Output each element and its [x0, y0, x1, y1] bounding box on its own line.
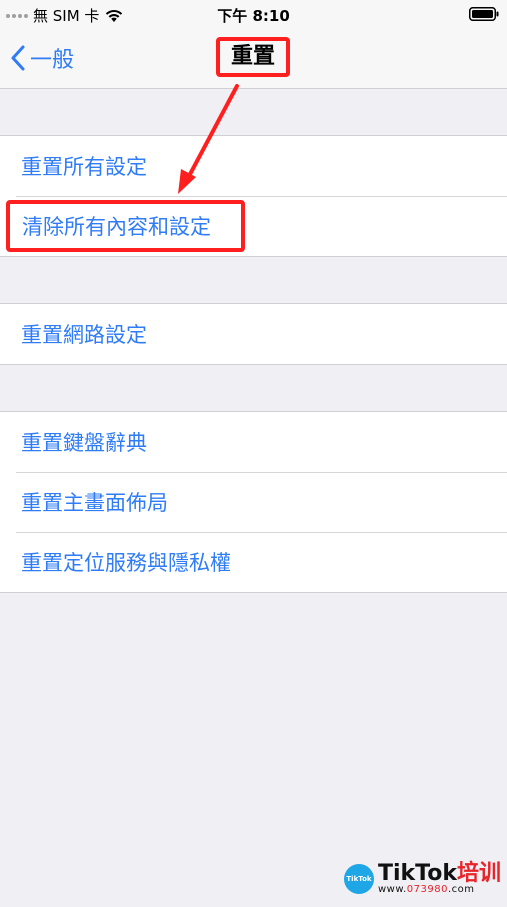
- reset-all-settings-label: 重置所有設定: [21, 155, 147, 179]
- watermark-text: TikTok培训 www.073980.com: [378, 863, 501, 895]
- watermark-url: www.073980.com: [378, 885, 475, 895]
- watermark-brand-name: TikTok: [377, 861, 457, 886]
- reset-location-and-privacy[interactable]: 重置定位服務與隱私權: [0, 532, 507, 592]
- reset-group-2: 重置網路設定: [0, 303, 507, 365]
- watermark-url-number: 073980: [406, 884, 448, 895]
- reset-location-and-privacy-label: 重置定位服務與隱私權: [21, 551, 231, 575]
- watermark-url-suffix: .com: [447, 884, 475, 895]
- reset-keyboard-dictionary[interactable]: 重置鍵盤辭典: [0, 412, 507, 472]
- reset-all-settings[interactable]: 重置所有設定: [0, 136, 507, 196]
- reset-network-settings-label: 重置網路設定: [21, 323, 147, 347]
- watermark-brand: TikTok培训: [378, 863, 501, 885]
- reset-home-screen-layout[interactable]: 重置主畫面佈局: [0, 472, 507, 532]
- watermark: TikTok TikTok培训 www.073980.com: [343, 863, 501, 895]
- reset-group-1: 重置所有設定 清除所有內容和設定: [0, 135, 507, 257]
- reset-network-settings[interactable]: 重置網路設定: [0, 304, 507, 364]
- page-title: 重置: [216, 37, 290, 77]
- reset-group-3: 重置鍵盤辭典 重置主畫面佈局 重置定位服務與隱私權: [0, 411, 507, 593]
- erase-all-content-and-settings-label: 清除所有內容和設定: [22, 215, 211, 239]
- status-bar: 無 SIM 卡 下午 8:10: [0, 0, 507, 30]
- chevron-left-icon: [11, 45, 25, 71]
- reset-keyboard-dictionary-label: 重置鍵盤辭典: [21, 431, 147, 455]
- back-button-label: 一般: [30, 48, 75, 73]
- erase-all-row: 清除所有內容和設定: [0, 196, 507, 256]
- tiktok-logo-icon: TikTok: [343, 864, 374, 894]
- watermark-brand-accent: 培训: [456, 861, 501, 886]
- erase-all-content-and-settings[interactable]: 清除所有內容和設定: [6, 200, 245, 252]
- watermark-url-prefix: www.: [377, 884, 407, 895]
- back-button[interactable]: 一般: [10, 42, 74, 74]
- battery-icon: [469, 7, 499, 21]
- navigation-bar: 一般 重置: [0, 30, 507, 89]
- reset-home-screen-layout-label: 重置主畫面佈局: [21, 491, 168, 515]
- status-time: 下午 8:10: [217, 7, 290, 25]
